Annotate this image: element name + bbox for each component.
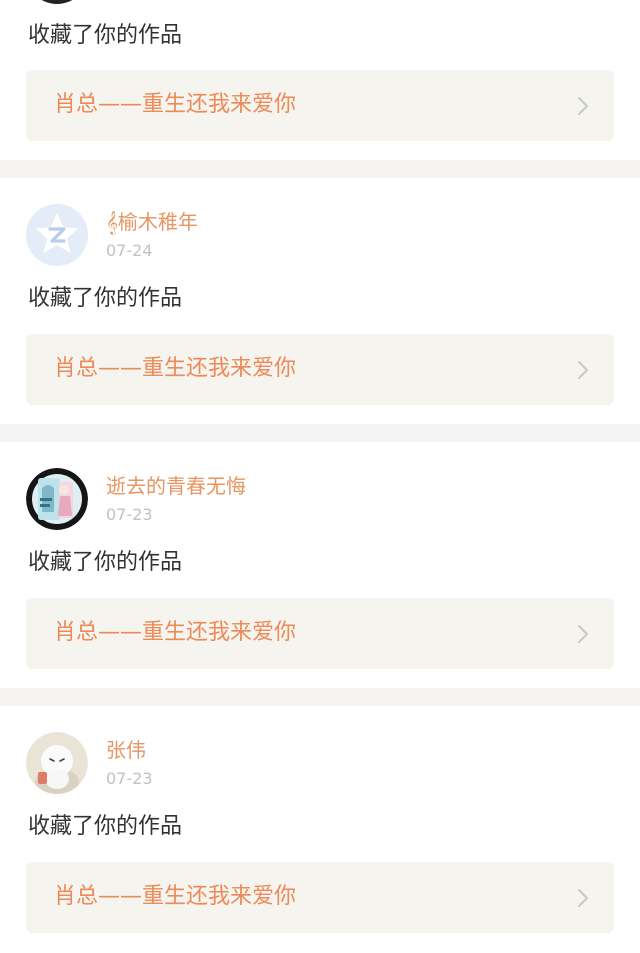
chevron-right-icon <box>578 361 588 379</box>
item-separator <box>0 160 640 178</box>
chevron-right-icon <box>578 625 588 643</box>
work-title: 肖总——重生还我来爱你 <box>54 356 297 381</box>
item-separator <box>0 688 640 706</box>
notification-item: 收藏了你的作品 肖总——重生还我来爱你 <box>0 0 640 160</box>
notification-item: 张伟 07-23 收藏了你的作品 肖总——重生还我来爱你 <box>0 706 640 953</box>
user-name[interactable]: 逝去的青春无悔 <box>106 474 246 498</box>
notification-action-text: 收藏了你的作品 <box>28 23 183 48</box>
timestamp: 07-23 <box>106 769 153 788</box>
notification-action-text: 收藏了你的作品 <box>28 286 183 311</box>
notification-item: 逝去的青春无悔 07-23 收藏了你的作品 肖总——重生还我来爱你 <box>0 442 640 688</box>
chevron-right-icon <box>578 97 588 115</box>
work-link[interactable]: 肖总——重生还我来爱你 <box>26 598 614 669</box>
plush-toy-picture[interactable] <box>26 732 88 794</box>
work-link[interactable]: 肖总——重生还我来爱你 <box>26 70 614 141</box>
timestamp: 07-23 <box>106 505 153 524</box>
notification-feed: 收藏了你的作品 肖总——重生还我来爱你 𝄞榆木稚年 07-24 收藏了你的作品 … <box>0 0 640 953</box>
chevron-right-icon <box>578 889 588 907</box>
anime-picture[interactable] <box>26 468 88 530</box>
work-title: 肖总——重生还我来爱你 <box>54 884 297 909</box>
notification-item: 𝄞榆木稚年 07-24 收藏了你的作品 肖总——重生还我来爱你 <box>0 178 640 424</box>
item-separator <box>0 424 640 442</box>
user-name[interactable]: 张伟 <box>106 738 146 762</box>
work-link[interactable]: 肖总——重生还我来爱你 <box>26 334 614 405</box>
timestamp: 07-24 <box>106 241 153 260</box>
work-title: 肖总——重生还我来爱你 <box>54 92 297 117</box>
user-name[interactable]: 𝄞榆木稚年 <box>106 210 198 234</box>
avatar[interactable] <box>26 0 88 4</box>
work-link[interactable]: 肖总——重生还我来爱你 <box>26 862 614 933</box>
notification-action-text: 收藏了你的作品 <box>28 550 183 575</box>
work-title: 肖总——重生还我来爱你 <box>54 620 297 645</box>
qzone-star-icon[interactable] <box>26 204 88 266</box>
notification-action-text: 收藏了你的作品 <box>28 814 183 839</box>
